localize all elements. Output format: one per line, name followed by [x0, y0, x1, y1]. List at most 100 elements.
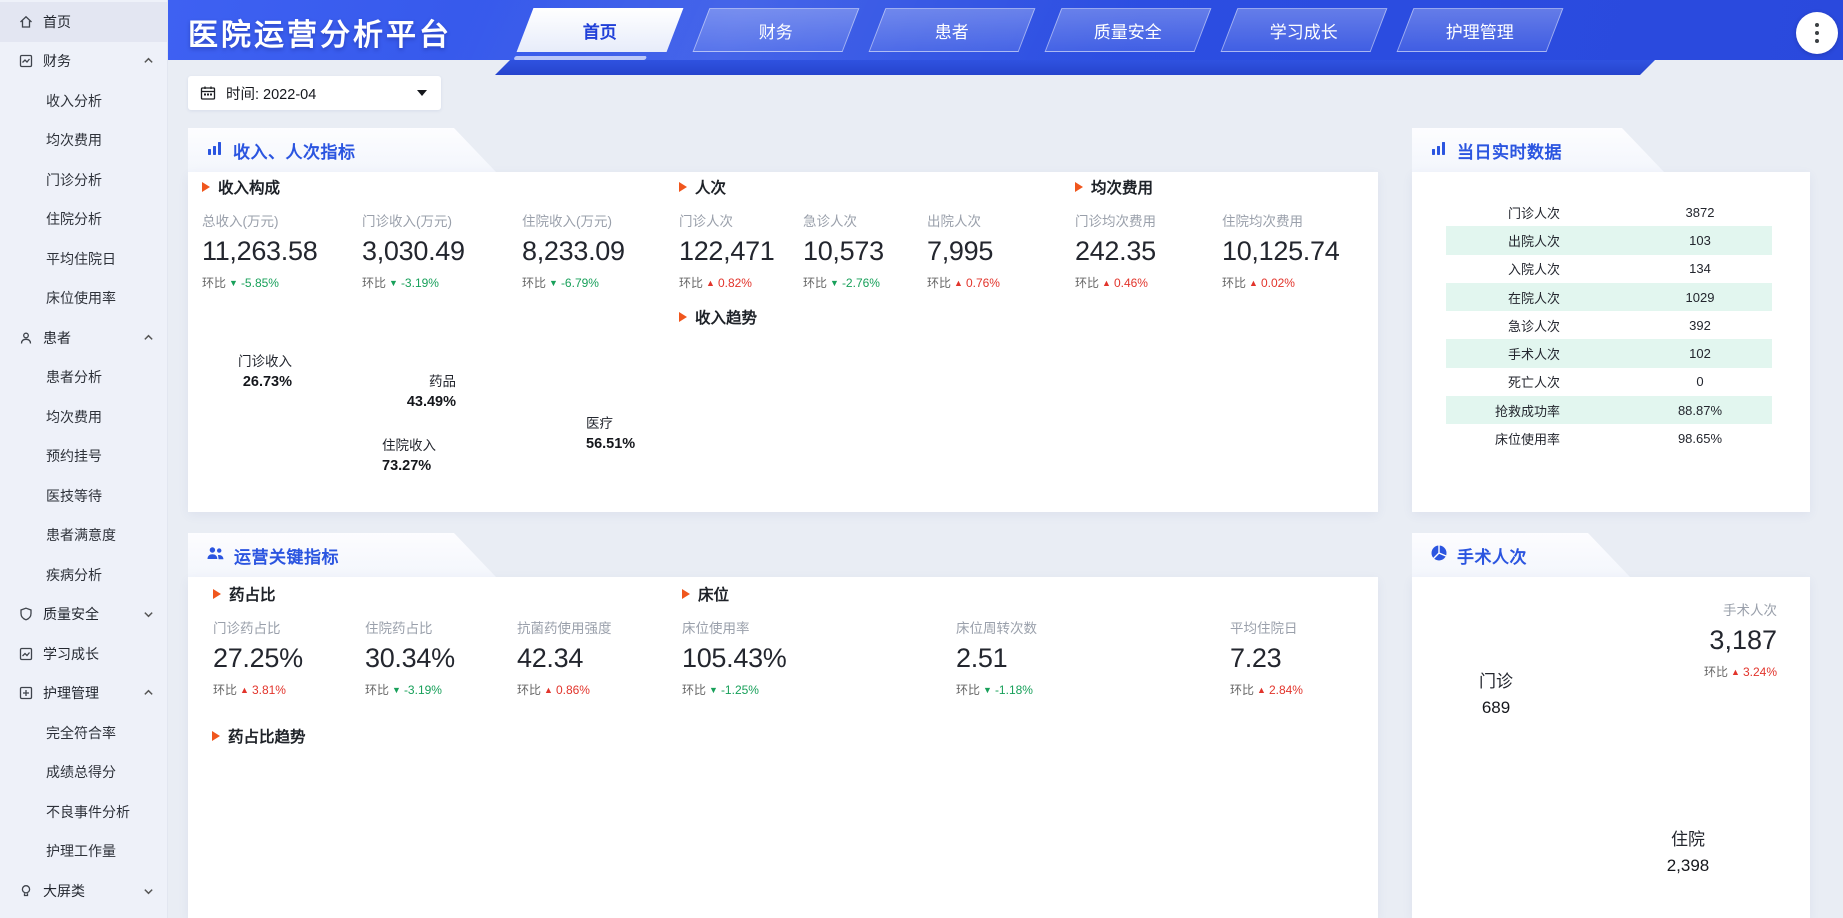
metric-cell: 门诊收入(万元)3,030.49环比▼-3.19%	[362, 210, 522, 291]
sidebar-item-learning[interactable]: 学习成长	[0, 634, 167, 674]
learning-icon	[18, 646, 34, 662]
calendar-icon	[200, 85, 216, 101]
mom-badge: 环比▲3.24%	[1704, 663, 1777, 680]
chevron-down-icon	[143, 885, 154, 896]
sidebar-item-label: 成绩总得分	[46, 762, 116, 782]
kebab-dot-icon	[1815, 39, 1819, 43]
metric-cell: 住院药占比30.34%环比▼-3.19%	[365, 617, 517, 698]
sidebar: 首页财务收入分析均次费用门诊分析住院分析平均住院日床位使用率患者患者分析均次费用…	[0, 0, 168, 918]
arrow-up-icon: ▲	[954, 278, 963, 288]
sidebar-item-adverse-events[interactable]: 不良事件分析	[0, 792, 167, 832]
sidebar-item-quality[interactable]: 质量安全	[0, 595, 167, 635]
tab-patient[interactable]: 患者	[869, 8, 1036, 52]
metric-cell: 总收入(万元)11,263.58环比▼-5.85%	[202, 210, 362, 291]
sidebar-item-full-compliance[interactable]: 完全符合率	[0, 713, 167, 753]
sidebar-item-avg-stay-days[interactable]: 平均住院日	[0, 239, 167, 279]
sidebar-item-outpatient-analysis[interactable]: 门诊分析	[0, 160, 167, 200]
metric-label: 床位周转次数	[956, 617, 1230, 637]
mom-badge: 环比▲0.82%	[679, 274, 803, 291]
chevron-up-icon	[143, 56, 154, 67]
sidebar-item-patient-analysis[interactable]: 患者分析	[0, 358, 167, 398]
metric-label: 门诊药占比	[213, 617, 365, 637]
metric-section-2: 人次门诊人次122,471环比▲0.82%急诊人次10,573环比▼-2.76%…	[679, 176, 1051, 291]
surgery-total-stat: 手术人次 3,187 环比▲3.24%	[1704, 599, 1777, 680]
row-value: 1029	[1628, 290, 1772, 305]
time-filter-select[interactable]: 时间: 2022-04	[188, 76, 441, 110]
bar-chart-icon	[1430, 139, 1448, 162]
sidebar-item-income-analysis[interactable]: 收入分析	[0, 81, 167, 121]
panel-operations: 药占比门诊药占比27.25%环比▲3.81%住院药占比30.34%环比▼-3.1…	[188, 577, 1378, 918]
tab-label: 财务	[759, 18, 793, 43]
mom-badge: 环比▼-2.76%	[803, 274, 927, 291]
metric-value: 105.43%	[682, 643, 956, 674]
metric-value: 3,030.49	[362, 236, 522, 267]
tab-label: 首页	[583, 18, 617, 43]
top-tabs: 首页财务患者质量安全学习成长护理管理	[525, 8, 1555, 52]
sidebar-item-finance-avg-cost[interactable]: 均次费用	[0, 121, 167, 161]
dropdown-caret-icon	[417, 90, 427, 96]
metric-label: 门诊均次费用	[1075, 210, 1222, 230]
tab-quality[interactable]: 质量安全	[1045, 8, 1212, 52]
sidebar-item-nursing-workload[interactable]: 护理工作量	[0, 832, 167, 872]
metric-cell: 抗菌药使用强度42.34环比▲0.86%	[517, 617, 669, 698]
drug-trend-section-header: 药占比趋势	[212, 725, 306, 747]
metric-label: 出院人次	[927, 210, 1051, 230]
sidebar-item-patient-satisfaction[interactable]: 患者满意度	[0, 516, 167, 556]
row-label: 在院人次	[1446, 288, 1560, 307]
donut-label-outpatient-surgery: 门诊 689	[1446, 669, 1546, 720]
sidebar-item-inpatient-analysis[interactable]: 住院分析	[0, 200, 167, 240]
arrow-down-icon: ▼	[389, 278, 398, 288]
tab-label: 质量安全	[1094, 18, 1162, 43]
metric-value: 11,263.58	[202, 236, 362, 267]
sidebar-item-home[interactable]: 首页	[0, 2, 167, 42]
mom-badge: 环比▼-6.79%	[522, 274, 682, 291]
donut-label-inpatient-surgery: 住院 2,398	[1638, 827, 1738, 878]
nursing-icon	[18, 685, 34, 701]
row-label: 急诊人次	[1446, 316, 1560, 335]
sidebar-item-bed-usage-rate[interactable]: 床位使用率	[0, 279, 167, 319]
section-title: 床位	[698, 583, 729, 605]
kebab-menu-button[interactable]	[1796, 12, 1838, 54]
tab-learning[interactable]: 学习成长	[1221, 8, 1388, 52]
sidebar-item-finance[interactable]: 财务	[0, 42, 167, 82]
kebab-dot-icon	[1815, 31, 1819, 35]
sidebar-item-appointment[interactable]: 预约挂号	[0, 437, 167, 477]
finance-icon	[18, 53, 34, 69]
panel-realtime-header: 当日实时数据	[1412, 128, 1664, 172]
metric-cell: 住院均次费用10,125.74环比▲0.02%	[1222, 210, 1369, 291]
sidebar-item-patient-avg-cost[interactable]: 均次费用	[0, 397, 167, 437]
table-row: 床位使用率98.65%	[1446, 424, 1772, 452]
metric-section-2: 床位床位使用率105.43%环比▼-1.25%床位周转次数2.51环比▼-1.1…	[682, 583, 1504, 698]
metric-label: 门诊收入(万元)	[362, 210, 522, 230]
sidebar-item-total-score[interactable]: 成绩总得分	[0, 753, 167, 793]
section-title: 收入构成	[218, 176, 280, 198]
time-filter-value: 时间: 2022-04	[226, 83, 316, 104]
arrow-down-icon: ▼	[229, 278, 238, 288]
arrow-down-icon: ▼	[392, 685, 401, 695]
sidebar-item-disease-analysis[interactable]: 疾病分析	[0, 555, 167, 595]
metric-value: 10,573	[803, 236, 927, 267]
metric-value: 42.34	[517, 643, 669, 674]
tab-label: 学习成长	[1270, 18, 1338, 43]
table-row: 抢救成功率88.87%	[1446, 396, 1772, 424]
tab-home[interactable]: 首页	[517, 8, 684, 52]
sidebar-item-big-screen[interactable]: 大屏类	[0, 871, 167, 911]
sidebar-item-label: 均次费用	[46, 130, 102, 150]
metric-value: 2.51	[956, 643, 1230, 674]
tab-nursing[interactable]: 护理管理	[1397, 8, 1564, 52]
metric-cell: 床位周转次数2.51环比▼-1.18%	[956, 617, 1230, 698]
sidebar-item-label: 患者满意度	[46, 525, 116, 545]
metric-label: 总收入(万元)	[202, 210, 362, 230]
bar-chart-icon	[206, 139, 224, 162]
row-value: 98.65%	[1628, 431, 1772, 446]
metric-cell: 门诊人次122,471环比▲0.82%	[679, 210, 803, 291]
tab-finance[interactable]: 财务	[693, 8, 860, 52]
row-label: 门诊人次	[1446, 203, 1560, 222]
sidebar-item-medtech-wait[interactable]: 医技等待	[0, 476, 167, 516]
sidebar-item-label: 患者分析	[46, 367, 102, 387]
arrow-up-icon: ▲	[240, 685, 249, 695]
metric-label: 门诊人次	[679, 210, 803, 230]
sidebar-item-nursing[interactable]: 护理管理	[0, 674, 167, 714]
sidebar-item-patient[interactable]: 患者	[0, 318, 167, 358]
panel-income-visits: 收入构成总收入(万元)11,263.58环比▼-5.85%门诊收入(万元)3,0…	[188, 172, 1378, 512]
